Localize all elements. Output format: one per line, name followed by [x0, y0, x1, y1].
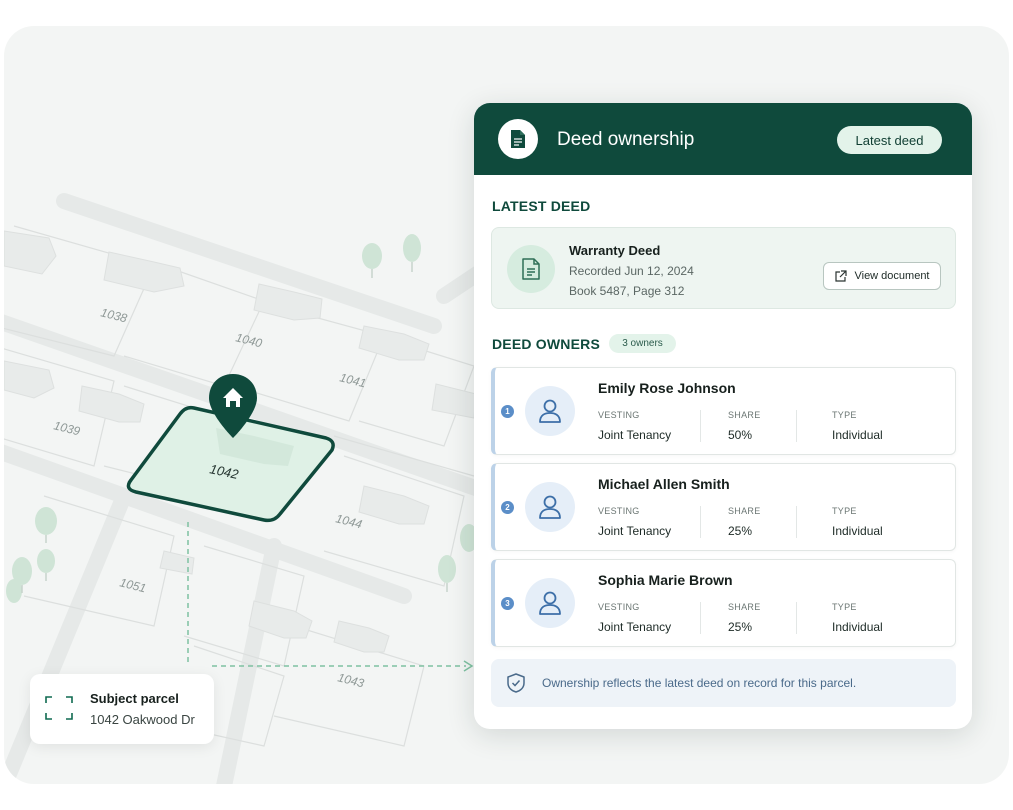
deed-owners-heading: DEED OWNERS: [492, 336, 600, 352]
owner-name: Emily Rose Johnson: [598, 380, 736, 396]
latest-deed-badge[interactable]: Latest deed: [837, 126, 942, 154]
owner-index-badge: 3: [501, 597, 514, 610]
card-header: Deed ownership Latest deed: [474, 103, 972, 175]
callout-address: 1042 Oakwood Dr: [90, 712, 195, 727]
user-icon: [525, 482, 575, 532]
lot-label: 1038: [99, 305, 129, 325]
share-label: SHARE: [728, 602, 761, 612]
lot-label: 1039: [52, 418, 82, 438]
shield-check-icon: [507, 673, 525, 693]
callout-title: Subject parcel: [90, 691, 179, 706]
view-document-button[interactable]: View document: [823, 262, 941, 290]
share-value: 25%: [728, 524, 753, 538]
type-value: Individual: [832, 524, 883, 538]
column-divider: [700, 506, 701, 538]
deed-recorded-date: Recorded Jun 12, 2024: [569, 264, 694, 278]
lot-label: 1041: [338, 370, 367, 390]
owner-index-badge: 2: [501, 501, 514, 514]
share-value: 50%: [728, 428, 753, 442]
vesting-label: VESTING: [598, 410, 640, 420]
type-value: Individual: [832, 428, 883, 442]
type-label: TYPE: [832, 410, 857, 420]
vesting-value: Joint Tenancy: [598, 620, 672, 634]
view-document-label: View document: [854, 270, 930, 282]
type-label: TYPE: [832, 506, 857, 516]
ownership-note: Ownership reflects the latest deed on re…: [491, 659, 956, 707]
connector-line: [187, 522, 466, 667]
card-title: Deed ownership: [557, 129, 695, 150]
share-label: SHARE: [728, 410, 761, 420]
deed-book-page: Book 5487, Page 312: [569, 284, 685, 298]
owner-row[interactable]: 2 Michael Allen Smith VESTING Joint Tena…: [491, 463, 956, 551]
deed-document-icon: [507, 245, 555, 293]
vesting-label: VESTING: [598, 602, 640, 612]
frame-corners-icon: [45, 696, 73, 720]
type-label: TYPE: [832, 602, 857, 612]
user-icon: [525, 578, 575, 628]
lot-label: 1051: [118, 575, 147, 595]
owner-index-badge: 1: [501, 405, 514, 418]
lot-label: 1044: [334, 511, 364, 531]
vesting-value: Joint Tenancy: [598, 524, 672, 538]
column-divider: [796, 506, 797, 538]
share-label: SHARE: [728, 506, 761, 516]
owners-count-badge: 3 owners: [609, 334, 676, 353]
user-icon: [525, 386, 575, 436]
owner-name: Michael Allen Smith: [598, 476, 730, 492]
latest-deed-panel: Warranty Deed Recorded Jun 12, 2024 Book…: [491, 227, 956, 309]
owner-row[interactable]: 1 Emily Rose Johnson VESTING Joint Tenan…: [491, 367, 956, 455]
vesting-value: Joint Tenancy: [598, 428, 672, 442]
document-icon: [498, 119, 538, 159]
vesting-label: VESTING: [598, 506, 640, 516]
subject-parcel-callout[interactable]: Subject parcel 1042 Oakwood Dr: [30, 674, 214, 744]
owner-row[interactable]: 3 Sophia Marie Brown VESTING Joint Tenan…: [491, 559, 956, 647]
lot-label: 1040: [234, 330, 264, 350]
external-link-icon: [835, 269, 848, 282]
column-divider: [700, 602, 701, 634]
ownership-note-text: Ownership reflects the latest deed on re…: [542, 676, 857, 690]
column-divider: [700, 410, 701, 442]
column-divider: [796, 410, 797, 442]
deed-type: Warranty Deed: [569, 243, 661, 258]
type-value: Individual: [832, 620, 883, 634]
lot-label: 1043: [336, 670, 366, 690]
column-divider: [796, 602, 797, 634]
deed-ownership-card: Deed ownership Latest deed LATEST DEED W…: [474, 103, 972, 729]
latest-deed-heading: LATEST DEED: [492, 198, 591, 214]
owner-name: Sophia Marie Brown: [598, 572, 733, 588]
share-value: 25%: [728, 620, 753, 634]
